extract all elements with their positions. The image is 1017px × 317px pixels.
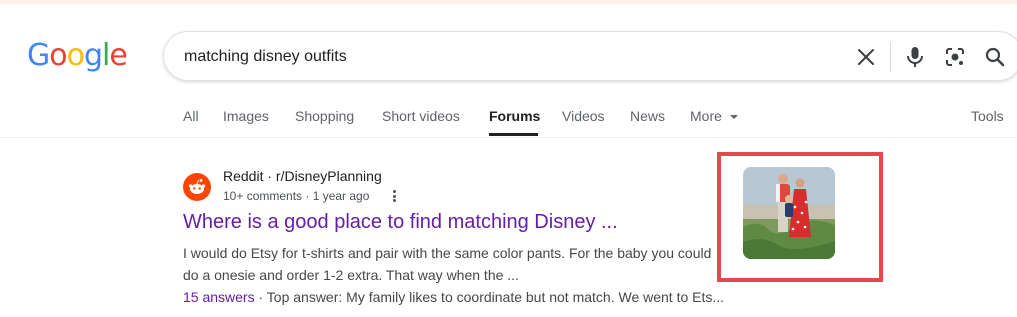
tabs-divider [0,137,1017,138]
logo-letter: o [49,38,67,73]
tab-shopping[interactable]: Shopping [295,108,354,124]
kebab-dot [392,199,396,202]
result-site-name[interactable]: Reddit · r/DisneyPlanning [223,168,382,184]
result-title-link[interactable]: Where is a good place to find matching D… [183,211,618,234]
tab-forums[interactable]: Forums [489,108,540,124]
result-snippet: I would do Etsy for t-shirts and pair wi… [183,245,712,283]
google-logo[interactable]: Google [27,38,128,73]
top-banner-strip [0,0,1017,4]
result-meta: 10+ comments · 1 year ago [223,189,370,203]
caret-down-icon [729,115,738,120]
search-divider [890,42,891,72]
tab-images[interactable]: Images [223,108,269,124]
answers-link[interactable]: 15 answers [183,289,255,305]
tab-all[interactable]: All [183,108,199,124]
logo-letter: o [66,38,85,73]
kebab-dot [392,194,396,198]
clear-icon[interactable] [854,45,878,69]
kebab-dot [392,190,396,193]
tab-videos[interactable]: Videos [562,108,605,124]
result-thumbnail[interactable] [743,167,835,259]
tab-more-label: More [690,108,722,124]
search-input[interactable] [184,46,784,68]
tools-button[interactable]: Tools [971,108,1004,124]
result-answers: 15 answers · Top answer: My family likes… [183,286,724,308]
tab-more[interactable]: More [690,108,738,124]
top-answer-text: · Top answer: My family likes to coordin… [254,289,725,305]
more-options-icon[interactable] [389,188,399,204]
logo-letter: g [83,38,103,73]
microphone-icon[interactable] [903,45,927,69]
tab-short-videos[interactable]: Short videos [382,108,460,124]
lens-icon[interactable] [943,45,967,69]
tab-news[interactable]: News [630,108,665,124]
active-tab-indicator [489,133,538,136]
logo-letter: e [109,38,127,73]
search-icon[interactable] [983,45,1007,69]
logo-letter: G [27,38,50,73]
reddit-icon[interactable] [183,173,211,201]
search-box [163,31,1017,81]
